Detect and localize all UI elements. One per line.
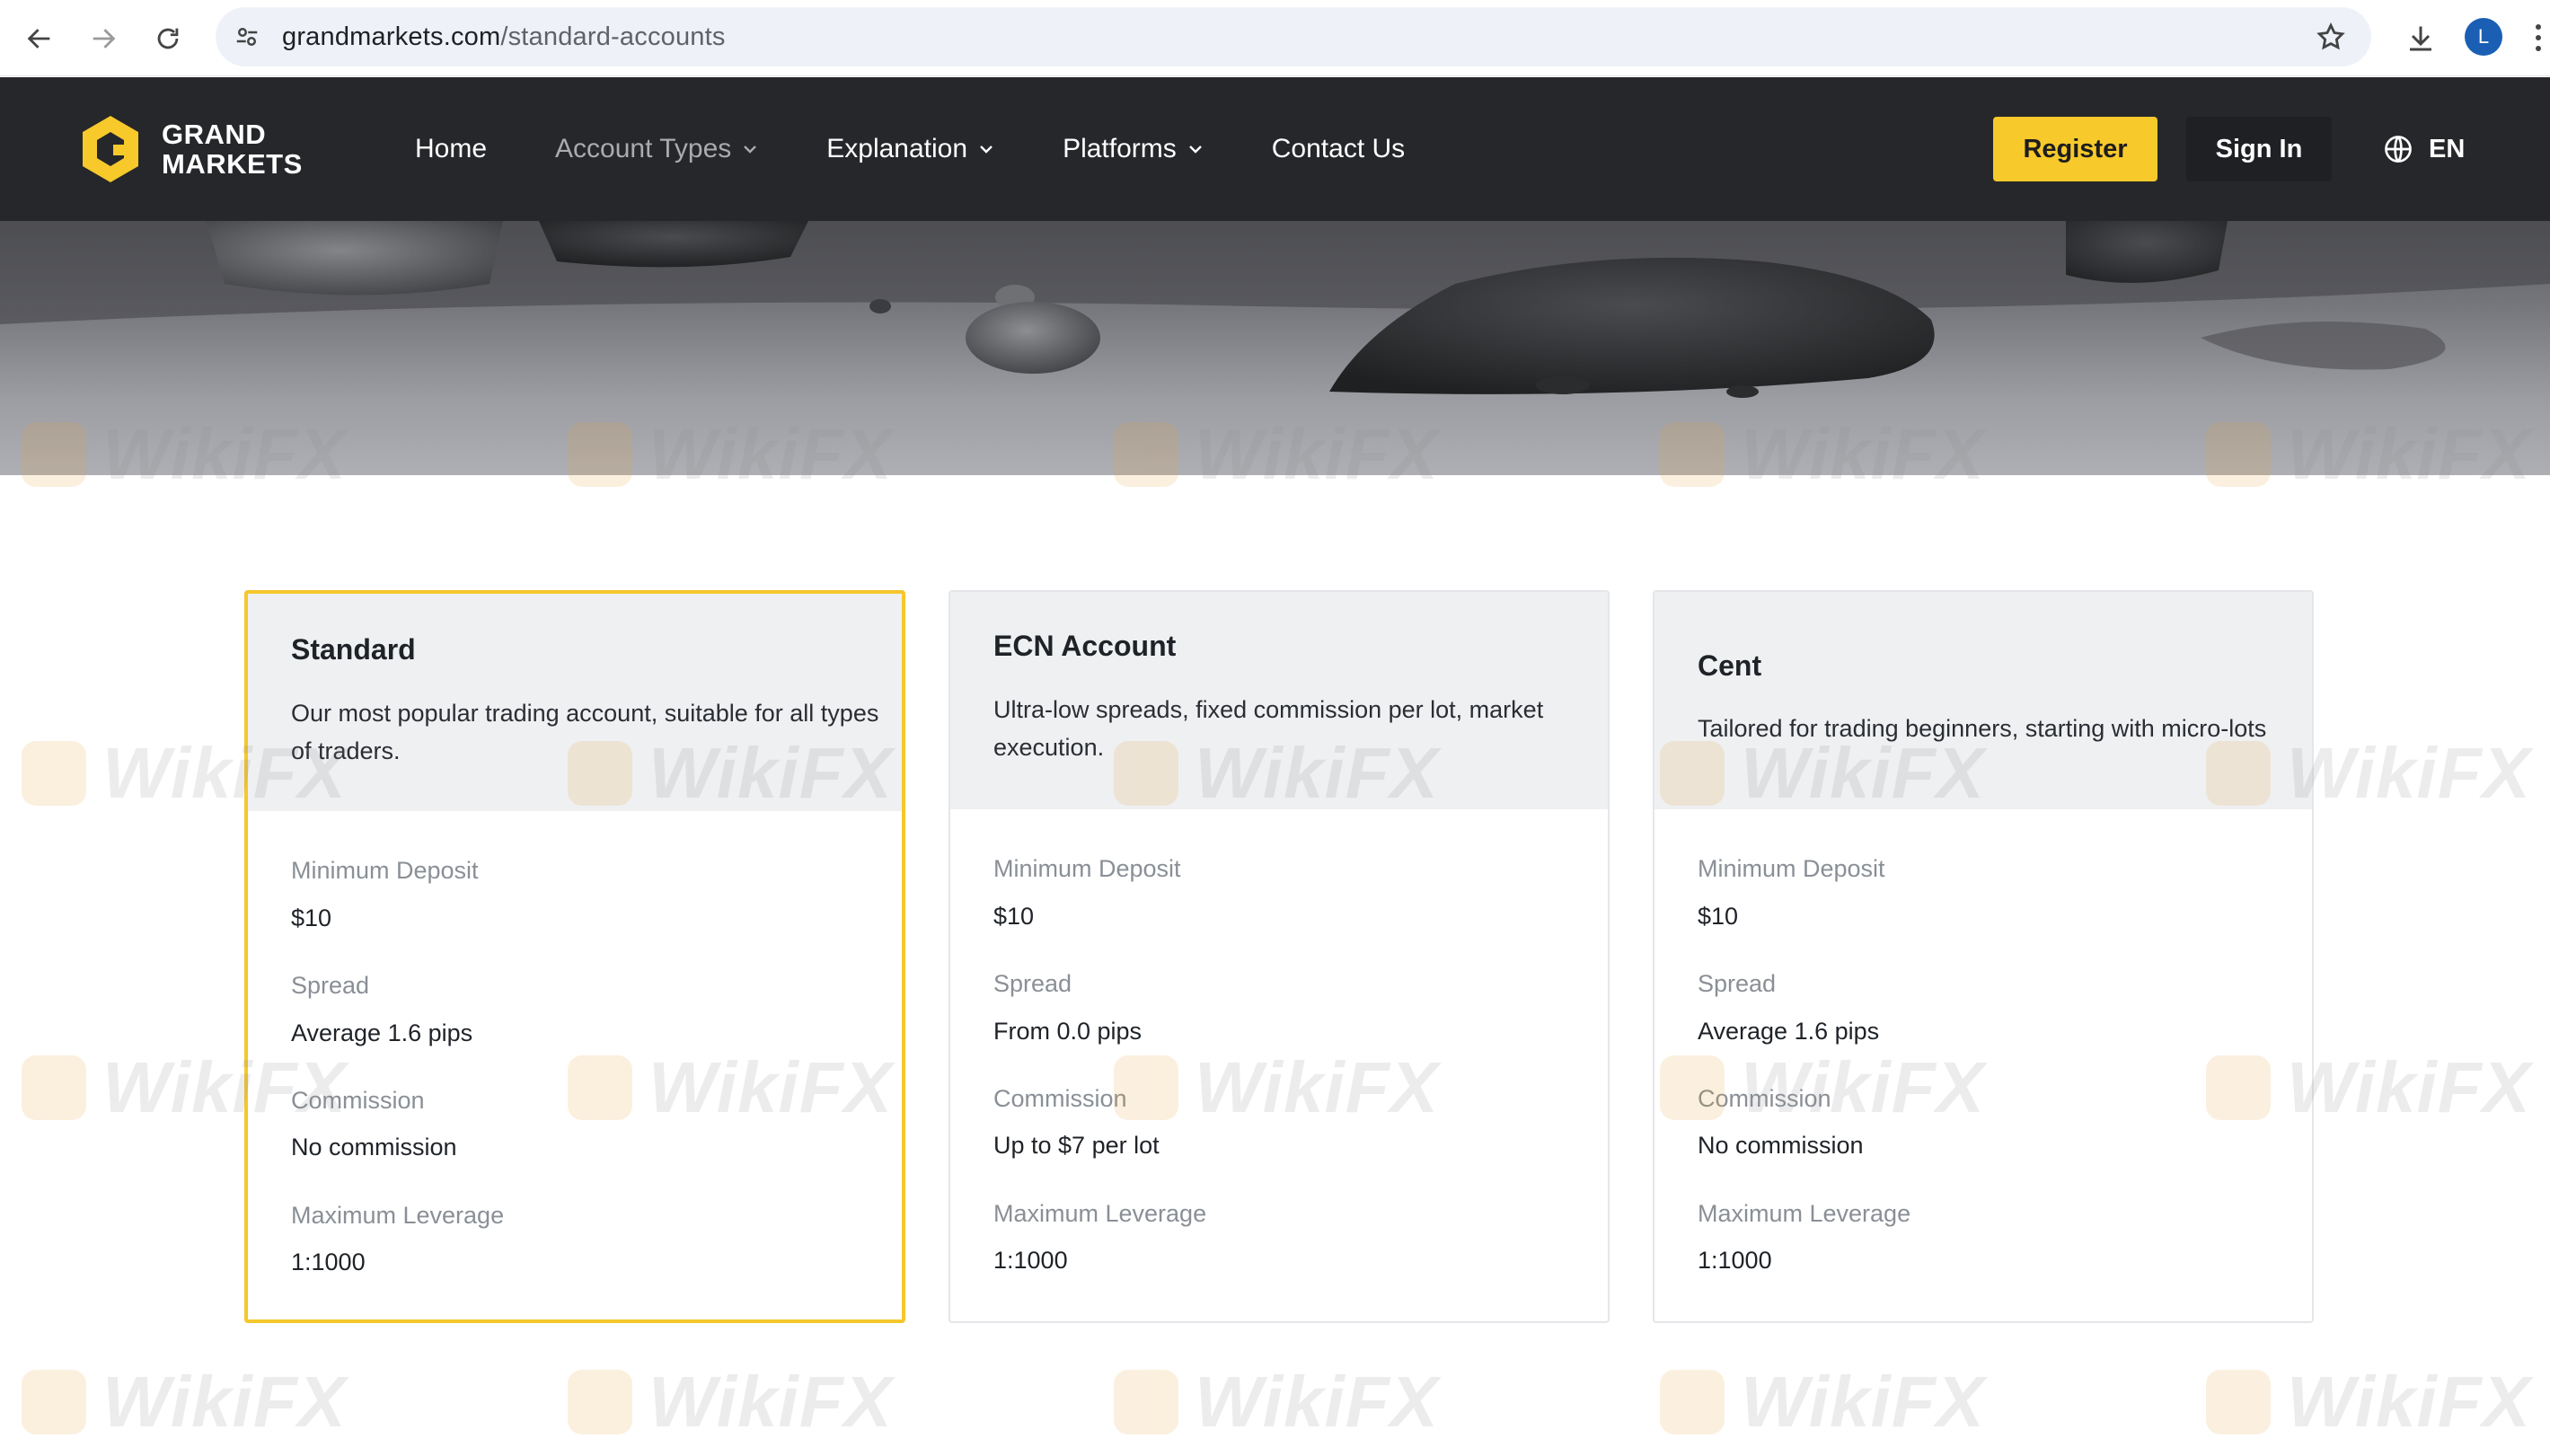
watermark-text: WikiFX [1195, 1362, 1439, 1442]
card-title: ECN Account [993, 630, 1177, 662]
watermark: WikiFX [2206, 1361, 2531, 1443]
browser-toolbar: grandmarkets.com/standard-accounts L [0, 0, 2550, 76]
main-nav: Home Account Types Explanation Platforms… [415, 77, 1473, 221]
max-leverage-value: 1:1000 [1698, 1247, 1772, 1274]
watermark-logo-icon [22, 1055, 86, 1120]
hero-banner-image [0, 221, 2550, 475]
brand-name: GRAND MARKETS [162, 119, 303, 179]
card-description: Our most popular trading account, suitab… [291, 700, 879, 764]
spread-value: Average 1.6 pips [1698, 1018, 1880, 1045]
card-title: Cent [1698, 649, 1762, 682]
brand-line-1: GRAND [162, 119, 267, 150]
register-button[interactable]: Register [1993, 117, 2157, 181]
watermark: WikiFX [22, 1361, 347, 1443]
site-header: GRAND MARKETS Home Account Types Explana… [0, 77, 2550, 221]
chevron-down-icon [980, 146, 993, 154]
card-header [1654, 592, 2312, 809]
min-deposit-label: Minimum Deposit [1698, 855, 1885, 882]
nav-item-label: Home [415, 134, 488, 163]
brand-line-2: MARKETS [162, 148, 303, 180]
chevron-down-icon [744, 146, 757, 154]
watermark-logo-icon [22, 741, 86, 806]
bookmark-star-icon[interactable] [2312, 18, 2350, 56]
max-leverage-value: 1:1000 [993, 1247, 1068, 1274]
watermark-text: WikiFX [1741, 1362, 1985, 1442]
nav-item-label: Platforms [1063, 134, 1177, 163]
nav-item-label: Explanation [826, 134, 968, 163]
commission-label: Commission [291, 1087, 425, 1114]
min-deposit-value: $10 [993, 903, 1035, 930]
url-host: grandmarkets.com [282, 22, 501, 51]
download-icon[interactable] [2395, 13, 2447, 65]
spread-label: Spread [291, 972, 370, 999]
nav-item-home[interactable]: Home [415, 134, 487, 164]
back-arrow-icon[interactable] [13, 13, 66, 65]
globe-icon [2385, 136, 2412, 163]
card-description: Tailored for trading beginners, starting… [1698, 715, 2267, 742]
forward-arrow-icon[interactable] [77, 13, 129, 65]
commission-value: No commission [291, 1134, 457, 1160]
watermark-logo-icon [1660, 1370, 1725, 1434]
max-leverage-label: Maximum Leverage [993, 1200, 1207, 1227]
reload-icon[interactable] [142, 13, 194, 65]
commission-label: Commission [993, 1085, 1127, 1112]
watermark-text: WikiFX [2287, 733, 2531, 813]
watermark: WikiFX [568, 1361, 893, 1443]
url-text[interactable]: grandmarkets.com/standard-accounts [282, 7, 726, 66]
site-settings-icon[interactable] [228, 18, 266, 56]
address-bar[interactable]: grandmarkets.com/standard-accounts [216, 7, 2371, 66]
card-title: Standard [291, 633, 416, 666]
watermark-text: WikiFX [2287, 1047, 2531, 1127]
watermark: WikiFX [1660, 1361, 1985, 1443]
chevron-down-icon [1188, 146, 1202, 154]
min-deposit-value: $10 [291, 904, 332, 931]
watermark-text: WikiFX [102, 1362, 347, 1442]
url-path: /standard-accounts [500, 22, 726, 51]
brand-logo[interactable]: GRAND MARKETS [77, 112, 303, 186]
watermark-logo-icon [2206, 1370, 2271, 1434]
grand-markets-logo-icon [83, 116, 138, 182]
rocks-photo [0, 221, 2550, 398]
spread-value: Average 1.6 pips [291, 1019, 473, 1046]
nav-item-platforms[interactable]: Platforms [1063, 134, 1204, 164]
commission-value: No commission [1698, 1132, 1864, 1159]
commission-label: Commission [1698, 1085, 1831, 1112]
max-leverage-value: 1:1000 [291, 1249, 366, 1275]
watermark-text: WikiFX [2287, 1362, 2531, 1442]
account-card-standard[interactable]: Standard Our most popular trading accoun… [244, 590, 905, 1323]
spread-value: From 0.0 pips [993, 1018, 1143, 1045]
watermark-logo-icon [1114, 1370, 1178, 1434]
watermark-logo-icon [568, 1370, 632, 1434]
browser-menu-icon[interactable] [2526, 14, 2550, 61]
nav-item-explanation[interactable]: Explanation [826, 134, 994, 164]
language-label: EN [2429, 134, 2466, 163]
nav-item-label: Account Types [555, 134, 732, 163]
min-deposit-label: Minimum Deposit [291, 857, 479, 884]
nav-item-account-types[interactable]: Account Types [555, 134, 758, 164]
max-leverage-label: Maximum Leverage [291, 1202, 505, 1229]
nav-item-label: Contact Us [1271, 134, 1406, 163]
max-leverage-label: Maximum Leverage [1698, 1200, 1911, 1227]
profile-avatar[interactable]: L [2465, 18, 2502, 56]
sign-in-button[interactable]: Sign In [2186, 117, 2332, 181]
nav-item-contact-us[interactable]: Contact Us [1272, 134, 1405, 164]
watermark-text: WikiFX [649, 1362, 893, 1442]
watermark-logo-icon [22, 1370, 86, 1434]
card-description: Ultra-low spreads, fixed commission per … [993, 696, 1544, 761]
account-card-ecn[interactable]: ECN Account Ultra-low spreads, fixed com… [949, 590, 1610, 1323]
spread-label: Spread [1698, 970, 1777, 997]
language-selector[interactable]: EN [2382, 117, 2465, 181]
min-deposit-value: $10 [1698, 903, 1739, 930]
spread-label: Spread [993, 970, 1072, 997]
account-card-cent[interactable]: Cent Tailored for trading beginners, sta… [1653, 590, 2314, 1323]
commission-value: Up to $7 per lot [993, 1132, 1160, 1159]
min-deposit-label: Minimum Deposit [993, 855, 1181, 882]
watermark: WikiFX [1114, 1361, 1439, 1443]
